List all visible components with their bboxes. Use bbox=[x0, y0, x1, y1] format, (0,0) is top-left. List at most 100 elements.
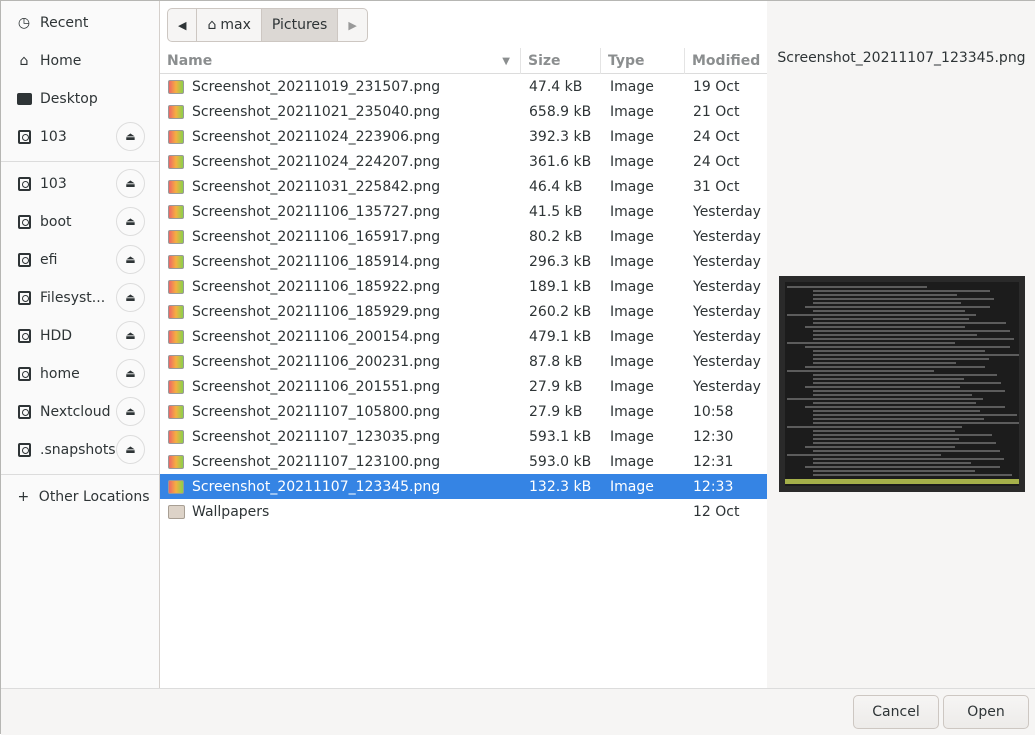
file-size: 27.9 kB bbox=[529, 403, 583, 420]
eject-icon[interactable]: ⏏ bbox=[116, 245, 145, 274]
preview-text-line bbox=[813, 414, 1017, 416]
file-type: Image bbox=[610, 253, 654, 270]
chevron-right-icon: ▶ bbox=[348, 18, 357, 32]
column-type-header[interactable]: Type bbox=[601, 48, 685, 74]
preview-text-line bbox=[813, 330, 1010, 332]
preview-pane: Screenshot_20211107_123345.png bbox=[767, 1, 1035, 688]
sidebar-item-filesyst-[interactable]: Filesyst... ⏏ bbox=[1, 280, 159, 316]
file-row[interactable]: Screenshot_20211024_224207.png 361.6 kB Im… bbox=[160, 149, 767, 174]
eject-icon[interactable]: ⏏ bbox=[116, 321, 145, 350]
file-type: Image bbox=[610, 428, 654, 445]
eject-icon[interactable]: ⏏ bbox=[116, 435, 145, 464]
sidebar-separator bbox=[1, 161, 159, 162]
sidebar-item-desktop[interactable]: Desktop bbox=[1, 81, 159, 117]
path-current-label: Pictures bbox=[271, 17, 328, 33]
file-size: 593.1 kB bbox=[529, 428, 592, 445]
file-type: Image bbox=[610, 328, 654, 345]
eject-icon[interactable]: ⏏ bbox=[116, 397, 145, 426]
file-row[interactable]: Screenshot_20211106_185922.png 189.1 kB Im… bbox=[160, 274, 767, 299]
eject-icon[interactable]: ⏏ bbox=[116, 283, 145, 312]
sidebar-item-label: Home bbox=[40, 53, 82, 69]
preview-text-line bbox=[813, 450, 1000, 452]
file-row[interactable]: Screenshot_20211024_223906.png 392.3 kB Im… bbox=[160, 124, 767, 149]
sidebar-item-boot[interactable]: boot ⏏ bbox=[1, 204, 159, 240]
preview-text-line bbox=[813, 302, 961, 304]
file-row[interactable]: Screenshot_20211107_123345.png 132.3 kB Im… bbox=[160, 474, 767, 499]
sidebar-item-home[interactable]: home ⏏ bbox=[1, 356, 159, 392]
preview-text-line bbox=[813, 442, 996, 444]
column-modified-header[interactable]: Modified bbox=[685, 48, 767, 74]
file-row[interactable]: Screenshot_20211107_123100.png 593.0 kB Im… bbox=[160, 449, 767, 474]
sidebar-item-recent[interactable]: ◷ Recent bbox=[1, 5, 159, 41]
preview-text-line bbox=[805, 326, 965, 328]
file-row[interactable]: Screenshot_20211021_235040.png 658.9 kB Im… bbox=[160, 99, 767, 124]
file-row[interactable]: Screenshot_20211106_200231.png 87.8 kB Ima… bbox=[160, 349, 767, 374]
drive-icon bbox=[16, 442, 32, 458]
eject-icon[interactable]: ⏏ bbox=[116, 207, 145, 236]
drive-icon bbox=[16, 404, 32, 420]
eject-icon[interactable]: ⏏ bbox=[116, 122, 145, 151]
image-file-icon bbox=[168, 79, 184, 94]
path-forward-button[interactable]: ▶ bbox=[338, 9, 366, 41]
sidebar-item-103[interactable]: 103 ⏏ bbox=[1, 119, 159, 155]
preview-text-line bbox=[813, 382, 1001, 384]
file-name: Screenshot_20211106_201551.png bbox=[192, 378, 441, 395]
file-row[interactable]: Screenshot_20211106_185929.png 260.2 kB Im… bbox=[160, 299, 767, 324]
preview-text-line bbox=[813, 402, 976, 404]
path-back-button[interactable]: ◀ bbox=[168, 9, 198, 41]
file-modified: 24 Oct bbox=[693, 128, 740, 145]
cancel-button[interactable]: Cancel bbox=[853, 695, 939, 729]
file-row[interactable]: Screenshot_20211107_123035.png 593.1 kB Im… bbox=[160, 424, 767, 449]
file-type: Image bbox=[610, 103, 654, 120]
file-row[interactable]: Screenshot_20211106_165917.png 80.2 kB Ima… bbox=[160, 224, 767, 249]
file-modified: 31 Oct bbox=[693, 178, 740, 195]
file-row[interactable]: Screenshot_20211106_200154.png 479.1 kB Im… bbox=[160, 324, 767, 349]
column-type-label: Type bbox=[608, 53, 645, 69]
preview-text-line bbox=[813, 354, 1019, 356]
eject-icon[interactable]: ⏏ bbox=[116, 359, 145, 388]
clock-icon: ◷ bbox=[17, 15, 31, 31]
drive-icon bbox=[16, 328, 32, 344]
preview-text-line bbox=[813, 418, 984, 420]
file-chooser-dialog: ◷ Recent ⌂ Home Desktop 103 ⏏ 103 ⏏ boot ⏏ efi ⏏ File… bbox=[0, 0, 1035, 735]
preview-text-line bbox=[813, 358, 989, 360]
sidebar-item-label: Nextcloud bbox=[40, 404, 111, 420]
file-modified: Yesterday bbox=[693, 228, 761, 245]
sidebar-item-label: Filesyst... bbox=[40, 290, 106, 306]
file-name: Screenshot_20211106_135727.png bbox=[192, 203, 441, 220]
file-modified: 12:31 bbox=[693, 453, 734, 470]
folder-row[interactable]: Wallpapers 12 Oct bbox=[160, 499, 767, 524]
column-size-label: Size bbox=[528, 53, 561, 69]
sidebar-item-103[interactable]: 103 ⏏ bbox=[1, 166, 159, 202]
file-row[interactable]: Screenshot_20211106_201551.png 27.9 kB Ima… bbox=[160, 374, 767, 399]
column-size-header[interactable]: Size bbox=[521, 48, 601, 74]
chevron-left-icon: ◀ bbox=[178, 18, 187, 32]
file-row[interactable]: Screenshot_20211031_225842.png 46.4 kB Ima… bbox=[160, 174, 767, 199]
sidebar-item-efi[interactable]: efi ⏏ bbox=[1, 242, 159, 278]
file-modified: 12:30 bbox=[693, 428, 734, 445]
sidebar-item-nextcloud[interactable]: Nextcloud ⏏ bbox=[1, 394, 159, 430]
sidebar-item-hdd[interactable]: HDD ⏏ bbox=[1, 318, 159, 354]
column-name-header[interactable]: Name ▼ bbox=[160, 48, 521, 74]
image-file-icon bbox=[168, 254, 184, 269]
file-row[interactable]: Screenshot_20211019_231507.png 47.4 kB Ima… bbox=[160, 74, 767, 99]
preview-image bbox=[779, 276, 1025, 492]
sidebar-item-home[interactable]: ⌂ Home bbox=[1, 43, 159, 79]
sidebar-item--snapshots[interactable]: .snapshots ⏏ bbox=[1, 432, 159, 468]
file-type: Image bbox=[610, 403, 654, 420]
file-name: Screenshot_20211106_200231.png bbox=[192, 353, 441, 370]
path-home-button[interactable]: ⌂ max bbox=[197, 9, 262, 41]
drive-icon bbox=[16, 366, 32, 382]
sidebar-item-other-locations[interactable]: + Other Locations bbox=[1, 479, 159, 515]
file-row[interactable]: Screenshot_20211106_185914.png 296.3 kB Im… bbox=[160, 249, 767, 274]
eject-icon[interactable]: ⏏ bbox=[116, 169, 145, 198]
path-current-button[interactable]: Pictures bbox=[261, 9, 339, 41]
file-row[interactable]: Screenshot_20211106_135727.png 41.5 kB Ima… bbox=[160, 199, 767, 224]
image-file-icon bbox=[168, 229, 184, 244]
file-size: 27.9 kB bbox=[529, 378, 583, 395]
preview-text-line bbox=[813, 394, 972, 396]
file-row[interactable]: Screenshot_20211107_105800.png 27.9 kB Ima… bbox=[160, 399, 767, 424]
file-modified: 12:33 bbox=[693, 478, 734, 495]
open-button[interactable]: Open bbox=[943, 695, 1029, 729]
file-size: 260.2 kB bbox=[529, 303, 592, 320]
